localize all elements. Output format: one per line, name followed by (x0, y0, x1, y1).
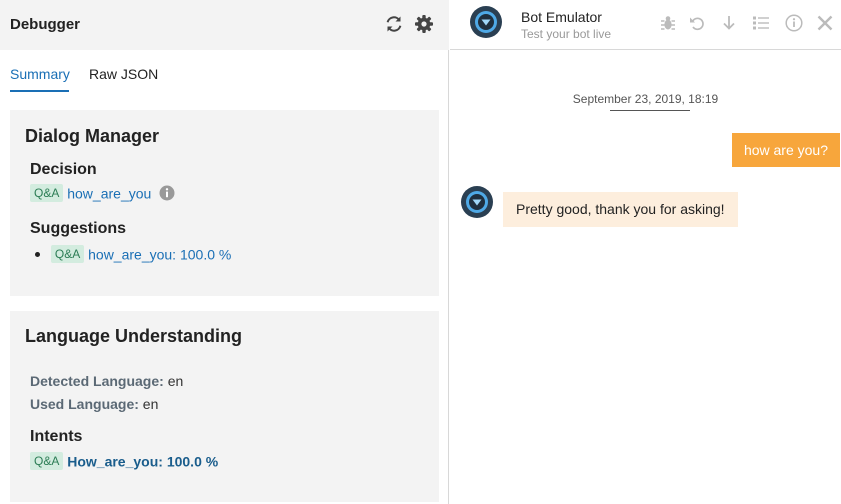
used-language-value: en (142, 396, 159, 412)
bot-message-bubble: Pretty good, thank you for asking! (503, 192, 738, 227)
bot-avatar-icon (470, 6, 502, 38)
detected-language-label: Detected Language: (30, 373, 164, 389)
debugger-panel: Debugger Summary Raw JSON Dialog Manager… (0, 0, 449, 504)
bot-avatar-icon (461, 186, 493, 218)
list-bullet (35, 251, 40, 257)
tab-summary[interactable]: Summary (10, 66, 70, 82)
emulator-header: Bot Emulator Test your bot live (450, 0, 841, 50)
tab-active-underline (10, 90, 69, 92)
suggestion-item: Q&A how_are_you: 100.0 % (32, 245, 231, 264)
info-icon[interactable] (159, 185, 175, 201)
qna-badge: Q&A (30, 184, 64, 203)
bug-icon[interactable] (659, 14, 677, 32)
emulator-title: Bot Emulator (521, 9, 602, 25)
detected-language-row: Detected Language: en (30, 373, 183, 389)
tab-raw-json[interactable]: Raw JSON (89, 66, 158, 82)
detected-language-value: en (167, 373, 184, 389)
timestamp-divider (610, 110, 690, 111)
decision-link[interactable]: how_are_you (67, 185, 151, 201)
intents-title: Intents (30, 428, 83, 445)
info-icon[interactable] (785, 14, 803, 32)
undo-icon[interactable] (688, 14, 706, 32)
decision-row: Q&A how_are_you (30, 184, 175, 203)
download-icon[interactable] (720, 14, 738, 32)
gear-icon[interactable] (414, 14, 434, 34)
emulator-panel: Bot Emulator Test your bot live Septembe… (450, 0, 841, 504)
debugger-title: Debugger (10, 16, 81, 33)
qna-badge: Q&A (30, 452, 64, 471)
debugger-header: Debugger (0, 0, 449, 50)
dialog-manager-title: Dialog Manager (25, 126, 160, 146)
suggestions-title: Suggestions (30, 220, 127, 237)
intent-link[interactable]: How_are_you: 100.0 % (67, 453, 218, 469)
intent-item: Q&A How_are_you: 100.0 % (30, 452, 218, 471)
dialog-manager-card: Dialog Manager Decision Q&A how_are_you … (10, 110, 439, 296)
emulator-subtitle: Test your bot live (521, 27, 612, 41)
chat-timestamp: September 23, 2019, 18:19 (572, 92, 719, 106)
suggestion-link[interactable]: how_are_you: 100.0 % (88, 246, 231, 262)
used-language-row: Used Language: en (30, 396, 158, 412)
tab-summary-label: Summary (10, 66, 70, 82)
language-understanding-card: Language Understanding Detected Language… (10, 311, 439, 502)
user-message-bubble: how are you? (731, 133, 840, 167)
used-language-label: Used Language: (30, 396, 139, 412)
decision-title: Decision (30, 161, 97, 178)
refresh-icon[interactable] (384, 14, 404, 34)
list-icon[interactable] (752, 14, 770, 32)
tab-raw-json-label: Raw JSON (89, 66, 159, 82)
language-understanding-title: Language Understanding (25, 326, 243, 346)
qna-badge: Q&A (50, 245, 85, 264)
close-icon[interactable] (816, 14, 834, 32)
